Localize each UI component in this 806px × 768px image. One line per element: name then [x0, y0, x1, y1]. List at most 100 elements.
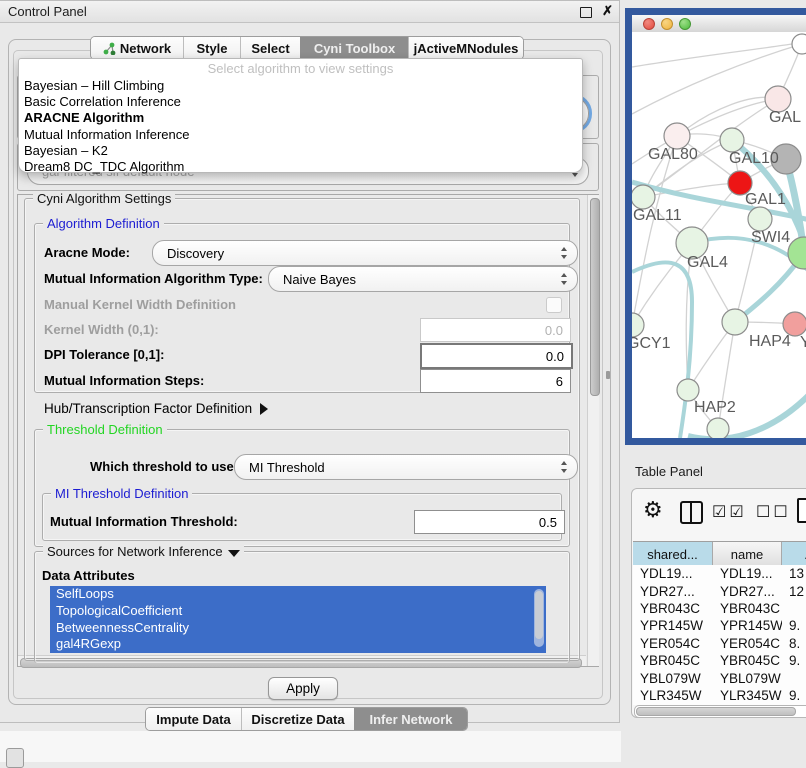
- which-threshold-combobox[interactable]: MI Threshold: [234, 454, 578, 480]
- table-row[interactable]: YLR345WYLR345W9.: [633, 687, 806, 704]
- network-node-gcy1[interactable]: [632, 313, 644, 337]
- node-label: GAL80: [648, 146, 698, 163]
- network-node-hap4[interactable]: [722, 309, 748, 335]
- table-horizontal-scrollbar[interactable]: [634, 705, 806, 718]
- table-cell[interactable]: YLR345W: [633, 688, 713, 703]
- select-all-checkboxes-icon[interactable]: ☑☑: [712, 502, 747, 522]
- network-node[interactable]: [792, 34, 806, 54]
- algorithm-option[interactable]: Bayesian – Hill Climbing: [24, 78, 577, 94]
- hub-expander[interactable]: Hub/Transcription Factor Definition: [44, 401, 268, 416]
- function-builder-icon[interactable]: [797, 498, 806, 523]
- table-cell[interactable]: YDL19...: [713, 566, 782, 581]
- attribute-list-item[interactable]: TopologicalCoefficient: [50, 603, 546, 620]
- column-header-2[interactable]: name: [713, 542, 782, 566]
- network-node-gal10[interactable]: [720, 128, 744, 152]
- attribute-list-item[interactable]: SelfLoops: [50, 586, 546, 603]
- tab-jactivemnodules-label: jActiveMNodules: [414, 41, 519, 56]
- table-cell[interactable]: 9.: [782, 618, 806, 633]
- tab-style-label: Style: [196, 41, 227, 56]
- table-row[interactable]: YDR27...YDR27...12: [633, 582, 806, 599]
- tab-select[interactable]: Select: [240, 37, 300, 59]
- apply-button[interactable]: Apply: [268, 677, 338, 700]
- aracne-mode-combobox[interactable]: Discovery: [152, 240, 578, 266]
- column-header-3[interactable]: A: [782, 542, 806, 566]
- float-window-icon[interactable]: [580, 7, 592, 18]
- table-row[interactable]: YPR145WYPR145W9.: [633, 617, 806, 634]
- combo-spinner-icon: [561, 273, 568, 285]
- collapse-down-icon: [228, 550, 240, 557]
- table-cell[interactable]: 9.: [782, 653, 806, 668]
- table-cell[interactable]: YBR045C: [713, 653, 782, 668]
- scrollbar-thumb[interactable]: [590, 198, 600, 396]
- table-cell[interactable]: YER054C: [713, 636, 782, 651]
- network-node-swi4[interactable]: [748, 207, 772, 231]
- scrollbar-thumb[interactable]: [535, 591, 543, 639]
- tab-network[interactable]: Network: [91, 37, 183, 59]
- table-cell[interactable]: YPR145W: [713, 618, 782, 633]
- table-cell[interactable]: YDL19...: [633, 566, 713, 581]
- table-row[interactable]: YBL079WYBL079W: [633, 669, 806, 686]
- vertical-scrollbar[interactable]: [587, 195, 599, 666]
- splitter-handle[interactable]: [606, 371, 610, 379]
- table-header-row: shared...nameA: [633, 541, 806, 567]
- table-cell[interactable]: 12: [782, 584, 806, 599]
- mi-steps-field[interactable]: 6: [420, 369, 571, 393]
- manual-kernel-checkbox[interactable]: [546, 297, 562, 313]
- table-row[interactable]: YER054CYER054C8.: [633, 635, 806, 652]
- sources-expander[interactable]: Sources for Network Inference: [43, 544, 244, 559]
- table-cell[interactable]: YDR27...: [633, 584, 713, 599]
- algorithm-option[interactable]: Basic Correlation Inference: [24, 94, 577, 110]
- gear-icon[interactable]: ⚙: [643, 497, 663, 523]
- table-cell[interactable]: YER054C: [633, 636, 713, 651]
- network-window-titlebar[interactable]: [632, 15, 806, 33]
- table-cell[interactable]: 13: [782, 566, 806, 581]
- table-row[interactable]: YBR043CYBR043C: [633, 600, 806, 617]
- zoom-traffic-light-icon[interactable]: [679, 18, 691, 30]
- mi-type-combobox[interactable]: Naive Bayes: [268, 266, 578, 292]
- table-cell[interactable]: YBL079W: [713, 671, 782, 686]
- network-node[interactable]: [788, 237, 806, 269]
- tab-cyni-toolbox[interactable]: Cyni Toolbox: [300, 37, 408, 59]
- column-header-1[interactable]: shared...: [633, 542, 713, 566]
- close-traffic-light-icon[interactable]: [643, 18, 655, 30]
- table-cell[interactable]: YLR345W: [713, 688, 782, 703]
- table-cell[interactable]: 8.: [782, 636, 806, 651]
- attribute-list-item[interactable]: gal4RGexp: [50, 636, 546, 653]
- network-node[interactable]: [707, 418, 729, 438]
- table-cell[interactable]: YBL079W: [633, 671, 713, 686]
- tab-select-label: Select: [251, 41, 289, 56]
- tab-discretize-data[interactable]: Discretize Data: [241, 708, 354, 730]
- kernel-width-field[interactable]: 0.0: [420, 318, 571, 342]
- table-cell[interactable]: YDR27...: [713, 584, 782, 599]
- minimized-panel-icon[interactable]: [6, 748, 24, 768]
- algorithm-option[interactable]: Mutual Information Inference: [24, 127, 577, 143]
- tab-style[interactable]: Style: [183, 37, 240, 59]
- table-cell[interactable]: YBR045C: [633, 653, 713, 668]
- dpi-tolerance-field[interactable]: 0.0: [420, 343, 573, 369]
- table-cell[interactable]: YPR145W: [633, 618, 713, 633]
- close-icon[interactable]: ✗: [602, 3, 613, 19]
- table-cell[interactable]: YBR043C: [713, 601, 782, 616]
- network-node-hap2[interactable]: [677, 379, 699, 401]
- minimize-traffic-light-icon[interactable]: [661, 18, 673, 30]
- split-columns-icon[interactable]: [680, 501, 703, 524]
- algorithm-option[interactable]: ARACNE Algorithm: [24, 110, 577, 126]
- table-cell[interactable]: YBR043C: [633, 601, 713, 616]
- tab-impute-data[interactable]: Impute Data: [146, 708, 241, 730]
- algorithm-option[interactable]: Bayesian – K2: [24, 143, 577, 159]
- table-panel-title: Table Panel: [635, 464, 703, 479]
- network-canvas[interactable]: GALGAL80GAL10GAL1SWI4GAL11GAL4GCY1HAP4YH…: [632, 32, 806, 438]
- mi-threshold-field[interactable]: 0.5: [414, 510, 565, 534]
- attribute-list-item[interactable]: BetweennessCentrality: [50, 620, 546, 637]
- deselect-all-checkboxes-icon[interactable]: ☐☐: [756, 502, 791, 522]
- list-scrollbar[interactable]: [534, 589, 544, 647]
- table-row[interactable]: YBR045CYBR045C9.: [633, 652, 806, 669]
- tab-infer-network[interactable]: Infer Network: [354, 708, 467, 730]
- algorithm-option[interactable]: Dream8 DC_TDC Algorithm: [24, 159, 577, 175]
- data-attributes-list[interactable]: SelfLoopsTopologicalCoefficientBetweenne…: [50, 586, 546, 653]
- scrollbar-thumb[interactable]: [636, 707, 796, 716]
- tab-jactivemnodules[interactable]: jActiveMNodules: [408, 37, 523, 59]
- network-node-gal11[interactable]: [632, 185, 655, 209]
- table-row[interactable]: YDL19...YDL19...13: [633, 565, 806, 582]
- table-cell[interactable]: 9.: [782, 688, 806, 703]
